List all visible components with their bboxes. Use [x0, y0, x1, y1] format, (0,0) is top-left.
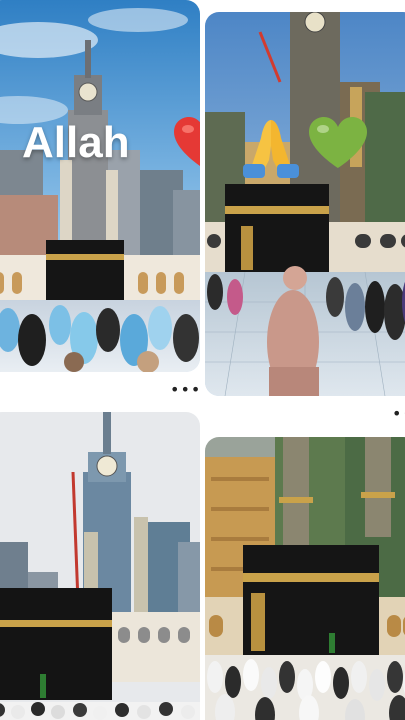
pin-overlay-text: Allah — [22, 118, 130, 167]
pin-card-4[interactable] — [205, 437, 405, 720]
more-options-icon[interactable]: ••• — [170, 382, 200, 400]
pin-image-kaaba-towers-close — [205, 437, 405, 720]
pin-card-3[interactable] — [0, 412, 200, 720]
more-options-icon[interactable]: ••• — [392, 410, 405, 424]
pin-image-kaaba-night-sky — [205, 12, 405, 396]
pin-image-kaaba-overcast — [0, 412, 200, 720]
pin-card-1[interactable]: Allah — [0, 0, 200, 372]
pin-card-2[interactable] — [205, 12, 405, 396]
praying-hands-icon — [243, 120, 299, 178]
green-heart-icon — [309, 117, 367, 168]
red-heart-icon — [174, 117, 200, 166]
pin-image-kaaba-clock-tower — [0, 0, 200, 372]
